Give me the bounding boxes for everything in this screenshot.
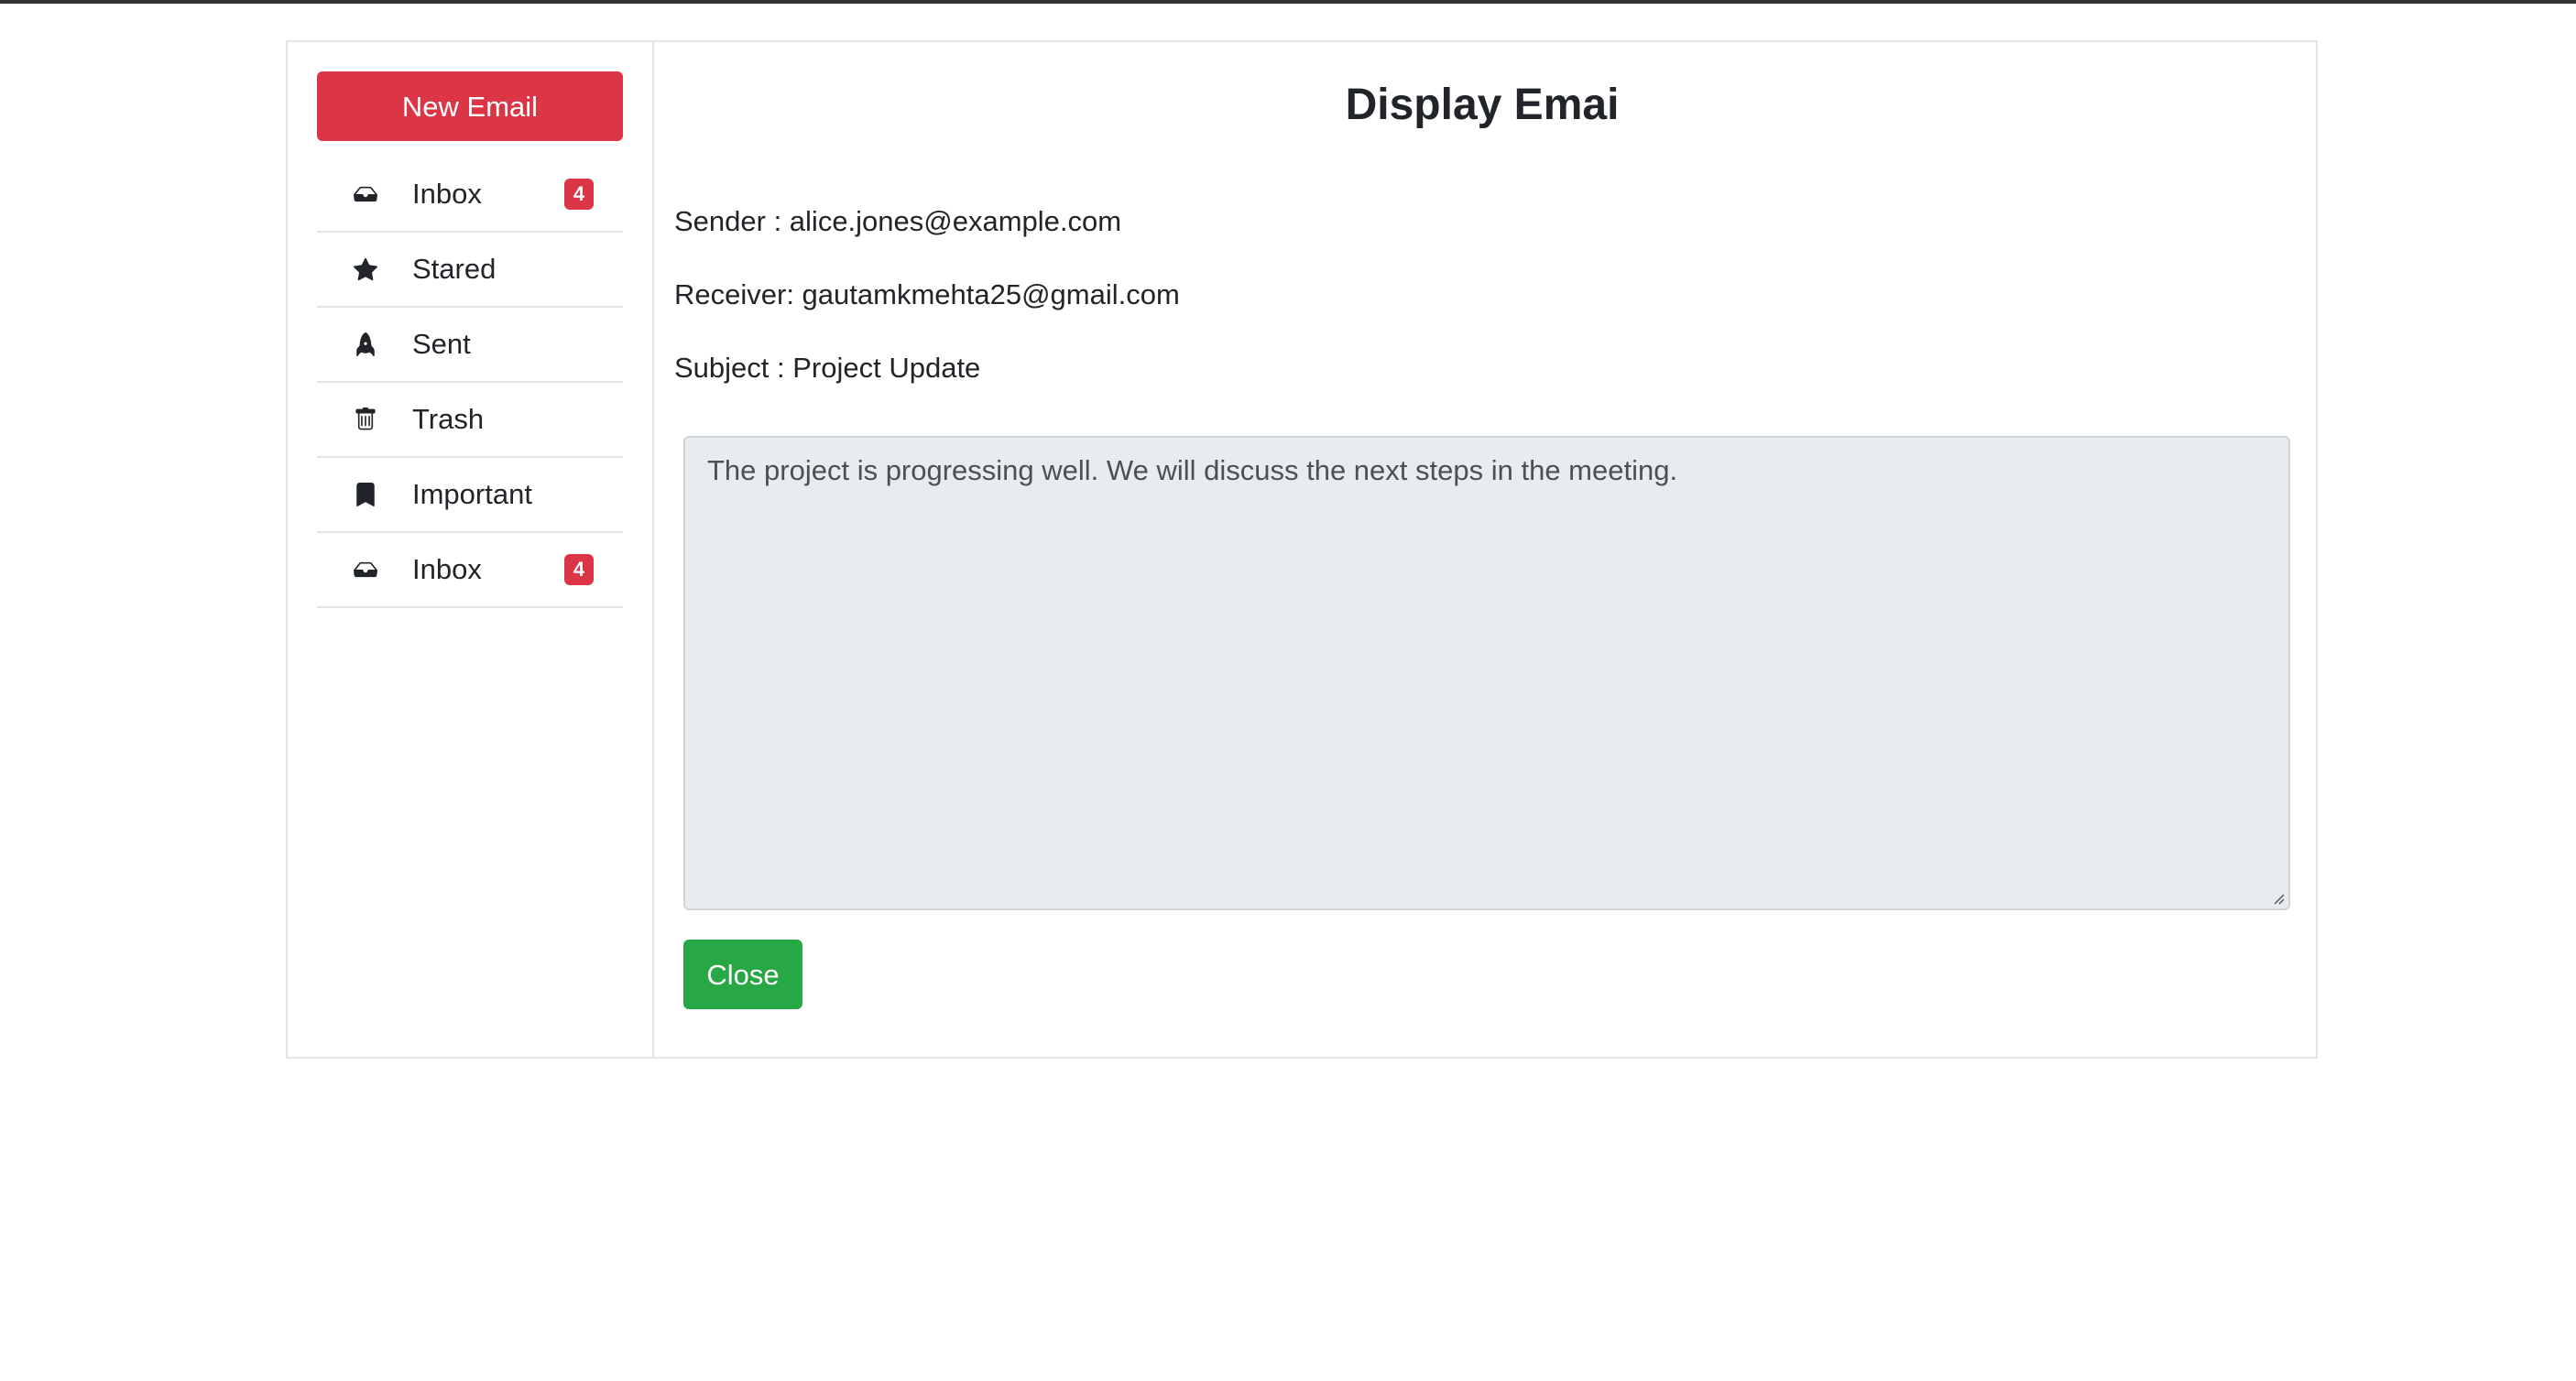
subject-line: Subject : Project Update (674, 352, 981, 384)
sidebar-item-label: Inbox (412, 178, 482, 210)
sidebar-item-trash[interactable]: Trash (317, 383, 623, 458)
new-email-button[interactable]: New Email (317, 71, 623, 141)
sidebar-item-inbox-2[interactable]: Inbox 4 (317, 533, 623, 608)
receiver-line: Receiver: gautamkmehta25@gmail.com (674, 278, 1180, 310)
unread-count-badge: 4 (564, 179, 594, 210)
sidebar-item-label: Important (412, 478, 532, 510)
page-title: Display Emai (1345, 81, 1620, 129)
bookmark-icon (354, 483, 377, 506)
sidebar-item-sent[interactable]: Sent (317, 308, 623, 383)
sidebar-item-label: Trash (412, 403, 485, 435)
top-border (0, 0, 2576, 4)
unread-count-badge: 4 (564, 554, 594, 585)
email-container: New Email Inbox 4 Stared Sent Trash Impo… (286, 40, 2318, 1059)
sidebar-item-label: Inbox (412, 553, 482, 585)
sender-line: Sender : alice.jones@example.com (674, 205, 1122, 237)
sidebar-item-label: Sent (412, 328, 471, 360)
close-button[interactable]: Close (683, 940, 802, 1009)
email-body-text: The project is progressing well. We will… (707, 454, 1678, 486)
email-view: Display Emai Sender : alice.jones@exampl… (654, 42, 2318, 1057)
email-body-textarea[interactable]: The project is progressing well. We will… (683, 436, 2290, 910)
sidebar-nav: Inbox 4 Stared Sent Trash Important Inbo… (317, 158, 623, 608)
trash-icon (354, 408, 377, 431)
sidebar: New Email Inbox 4 Stared Sent Trash Impo… (288, 42, 654, 1057)
sidebar-item-label: Stared (412, 253, 497, 285)
rocket-icon (354, 332, 377, 356)
resize-grip-icon[interactable] (2270, 890, 2285, 905)
sidebar-item-stared[interactable]: Stared (317, 233, 623, 308)
sidebar-item-inbox[interactable]: Inbox 4 (317, 158, 623, 233)
sidebar-item-important[interactable]: Important (317, 458, 623, 533)
inbox-icon (354, 182, 377, 206)
star-icon (354, 257, 377, 281)
inbox-icon (354, 558, 377, 582)
